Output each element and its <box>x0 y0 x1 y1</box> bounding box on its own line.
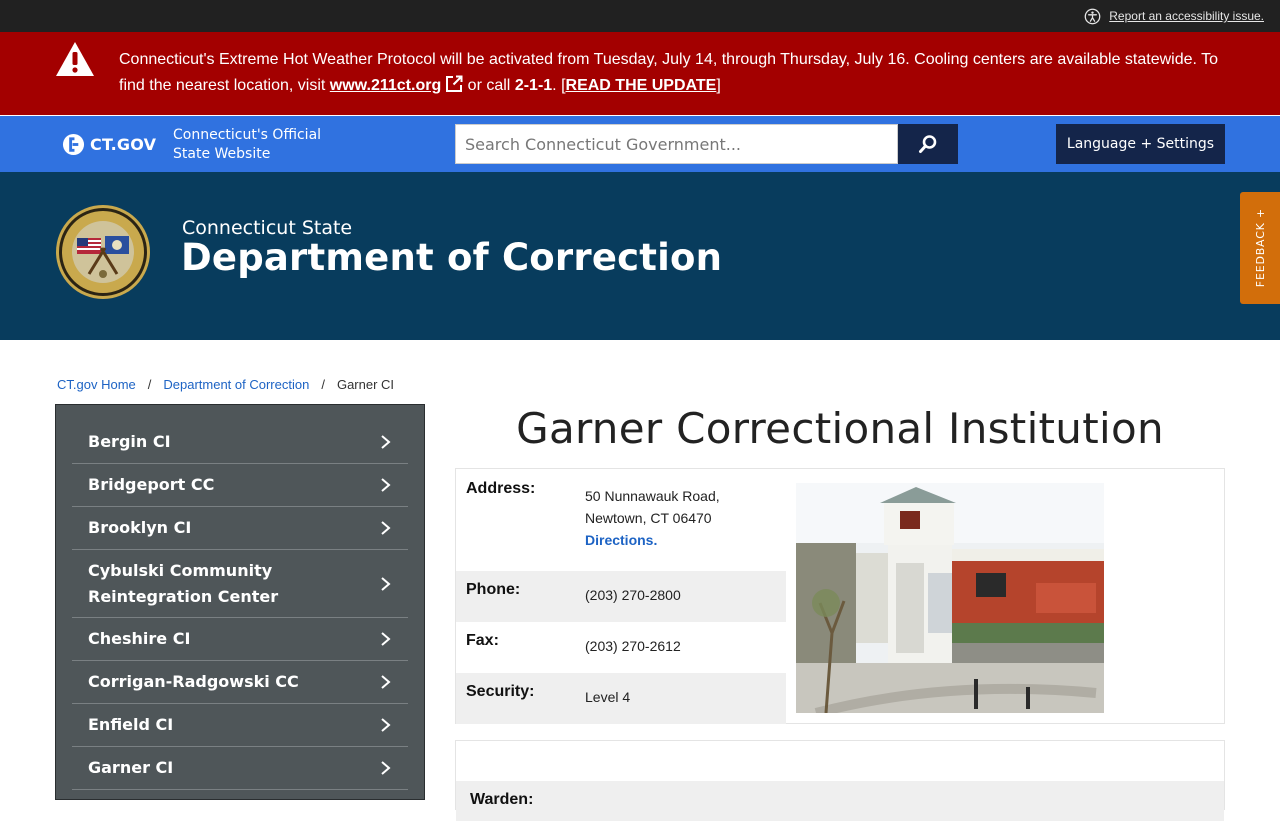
feedback-label: FEEDBACK + <box>1253 208 1267 288</box>
sidebar-item-label: Enfield CI <box>88 715 174 734</box>
alert-text-2: or call <box>463 77 515 94</box>
warden-row <box>456 781 1224 821</box>
security-label: Security: <box>466 683 535 700</box>
chevron-right-icon <box>381 478 391 492</box>
doc-seal-logo[interactable] <box>55 204 151 300</box>
sidebar-item-cheshire-ci[interactable]: Cheshire CI <box>72 618 408 661</box>
breadcrumb-separator: / <box>321 377 325 392</box>
feedback-tab[interactable]: FEEDBACK + <box>1240 192 1280 304</box>
sidebar-item-bergin-ci[interactable]: Bergin CI <box>72 421 408 464</box>
facility-info-card: Address: 50 Nunnawauk Road, Newtown, CT … <box>455 468 1225 724</box>
alert-211-link-label[interactable]: www.211ct.org <box>330 77 441 94</box>
accessibility-report-link[interactable]: Report an accessibility issue. <box>1084 5 1264 27</box>
chevron-right-icon <box>381 435 391 449</box>
agency-title[interactable]: Department of Correction <box>181 236 722 279</box>
official-line-2: State Website <box>173 146 271 162</box>
chevron-right-icon <box>381 675 391 689</box>
agency-banner: Connecticut State Department of Correcti… <box>0 172 1280 340</box>
sidebar-item-label: Cybulski Community Reintegration Center <box>88 560 279 606</box>
sidebar-item-garner-ci[interactable]: Garner CI <box>72 747 408 790</box>
address-line-2: Newtown, CT 06470 <box>585 510 712 526</box>
security-row: Security: Level 4 <box>456 673 786 724</box>
sidebar-item-enfield-ci[interactable]: Enfield CI <box>72 704 408 747</box>
page-title: Garner Correctional Institution <box>516 404 1164 453</box>
chevron-right-icon <box>381 576 391 591</box>
chevron-right-icon <box>381 521 391 535</box>
official-site-label: Connecticut's Official State Website <box>173 126 321 164</box>
sidebar-item-cybulski-crc[interactable]: Cybulski Community Reintegration Center <box>72 550 408 618</box>
sidebar-item-label: Corrigan-Radgowski CC <box>88 672 299 691</box>
sidebar-item-bridgeport-cc[interactable]: Bridgeport CC <box>72 464 408 507</box>
ctgov-header: CT.GOV Connecticut's Official State Webs… <box>0 116 1280 172</box>
sidebar-item-label: Brooklyn CI <box>88 518 192 537</box>
ctgov-logo-icon <box>62 133 85 156</box>
alert-banner: Connecticut's Extreme Hot Weather Protoc… <box>0 32 1280 115</box>
alert-211-link[interactable]: www.211ct.org <box>330 75 463 94</box>
breadcrumb-separator: / <box>147 377 152 392</box>
chevron-right-icon <box>381 761 391 775</box>
language-settings-button[interactable]: Language + Settings <box>1056 124 1225 164</box>
ctgov-logo-text: CT.GOV <box>90 135 157 154</box>
sidebar-item-label: Bridgeport CC <box>88 475 215 494</box>
fax-value: (203) 270-2612 <box>585 638 681 654</box>
address-value: 50 Nunnawauk Road, Newtown, CT 06470 Dir… <box>585 485 720 551</box>
breadcrumb: CT.gov Home / Department of Correction /… <box>57 377 394 392</box>
address-label: Address: <box>466 480 536 497</box>
accessibility-report-label[interactable]: Report an accessibility issue. <box>1109 9 1264 23</box>
phone-value: (203) 270-2800 <box>585 587 681 603</box>
ctgov-logo[interactable]: CT.GOV <box>62 133 156 156</box>
phone-label: Phone: <box>466 581 521 598</box>
alert-phone: 2-1-1 <box>514 77 553 94</box>
fax-label: Fax: <box>466 632 499 649</box>
address-row: Address: 50 Nunnawauk Road, Newtown, CT … <box>456 469 786 571</box>
sidebar-item-label: Bergin CI <box>88 432 171 451</box>
official-line-1: Connecticut's Official <box>173 127 322 143</box>
alert-text-3: . [ <box>552 77 566 94</box>
alert-message: Connecticut's Extreme Hot Weather Protoc… <box>119 47 1229 99</box>
address-line-1: 50 Nunnawauk Road, <box>585 488 720 504</box>
search-icon <box>919 135 937 153</box>
facility-photo <box>796 483 1104 713</box>
chevron-right-icon <box>381 718 391 732</box>
search-form <box>455 124 958 164</box>
alert-text-4: ] <box>716 77 721 94</box>
breadcrumb-department[interactable]: Department of Correction <box>163 377 309 392</box>
facility-sidebar-nav: Bergin CI Bridgeport CC Brooklyn CI Cybu… <box>55 404 425 800</box>
sidebar-item-corrigan-radgowski-cc[interactable]: Corrigan-Radgowski CC <box>72 661 408 704</box>
sidebar-item-brooklyn-ci[interactable]: Brooklyn CI <box>72 507 408 550</box>
breadcrumb-home[interactable]: CT.gov Home <box>57 377 136 392</box>
fax-row: Fax: (203) 270-2612 <box>456 622 786 673</box>
phone-row: Phone: (203) 270-2800 <box>456 571 786 622</box>
read-update-link[interactable]: READ THE UPDATE <box>566 77 717 94</box>
sidebar-item-label: Garner CI <box>88 758 174 777</box>
security-value: Level 4 <box>585 689 631 705</box>
directions-link[interactable]: Directions. <box>585 532 657 548</box>
search-input[interactable] <box>455 124 898 164</box>
warden-label: Warden: <box>470 791 534 808</box>
sidebar-item-next[interactable] <box>72 790 408 799</box>
sidebar-item-label: Cheshire CI <box>88 629 191 648</box>
accessibility-icon <box>1084 8 1101 24</box>
warning-icon <box>56 42 94 76</box>
chevron-right-icon <box>381 632 391 646</box>
top-utility-bar: Report an accessibility issue. <box>0 0 1280 32</box>
external-link-icon <box>446 75 463 92</box>
search-button[interactable] <box>898 124 958 164</box>
breadcrumb-current: Garner CI <box>336 377 395 392</box>
